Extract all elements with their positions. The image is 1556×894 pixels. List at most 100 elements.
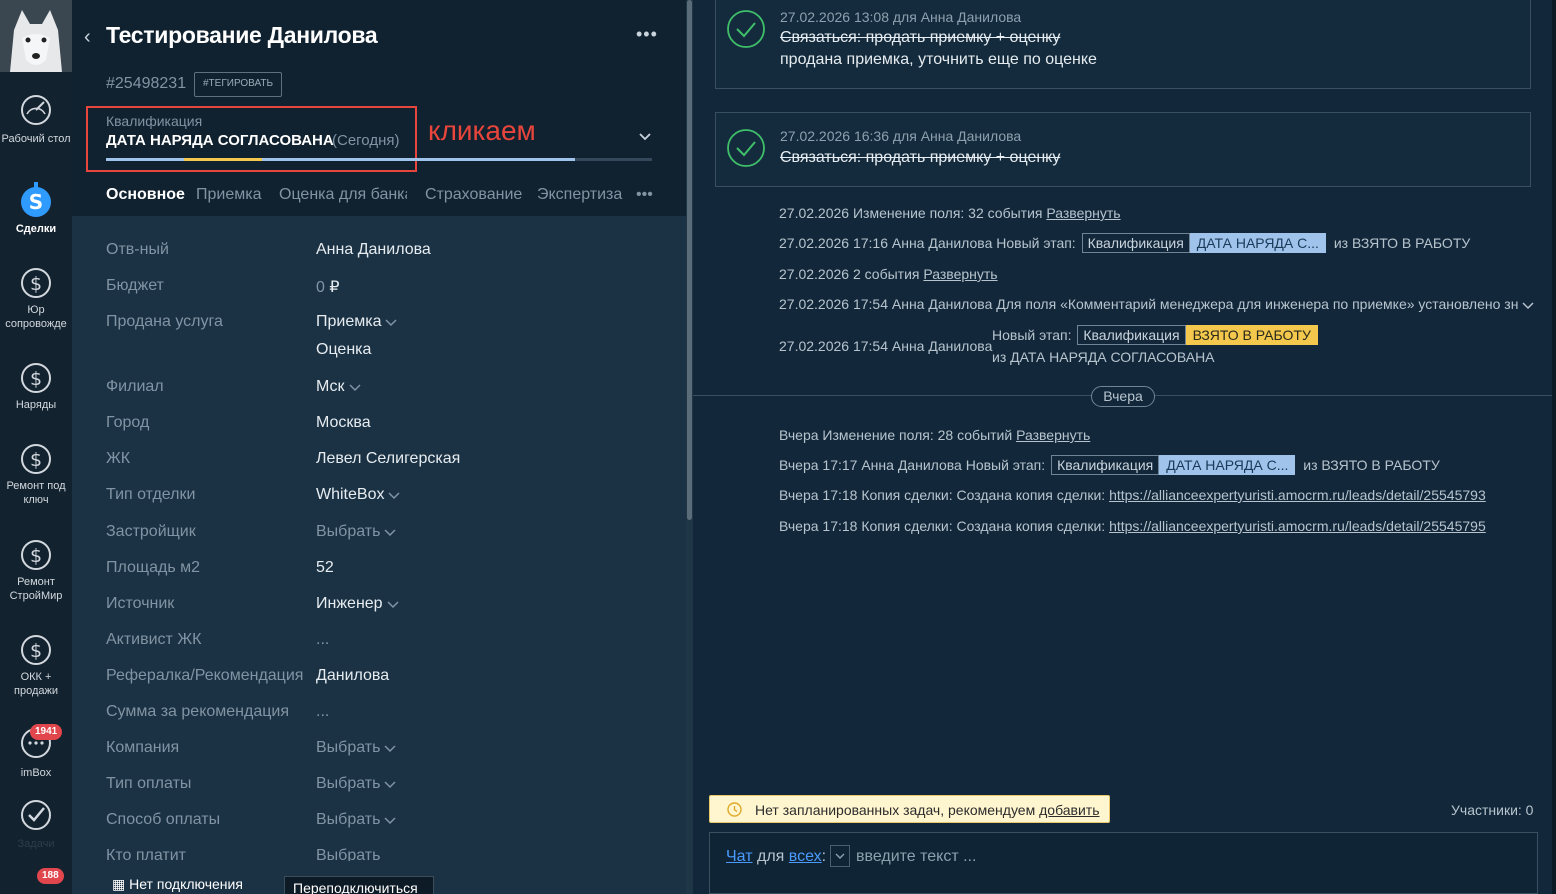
expand-link[interactable]: Развернуть [1046,205,1120,221]
lead-copy-link[interactable]: https://allianceexpertyuristi.amocrm.ru/… [1109,518,1486,534]
page-scrollbar[interactable] [1552,0,1556,894]
add-task-link[interactable]: добавить [1039,802,1099,818]
field-label: Тип оплаты [106,775,192,792]
nav-item-okk-sales[interactable]: $ ОКК + продажи [0,630,72,698]
deal-title[interactable]: Тестирование Данилова [106,22,378,49]
nav-item-dashboard[interactable]: Рабочий стол [0,92,72,146]
reconnect-button[interactable]: Переподключиться [284,876,434,894]
chevron-down-icon [387,601,399,608]
field-value-sold-service[interactable]: Приемка [316,313,398,331]
field-value-sold-service-2[interactable]: Оценка [316,341,371,359]
chat-message-input[interactable]: введите текст ... [856,848,976,866]
feed-event: 27.02.2026 Изменение поля: 32 события Ра… [779,205,1121,221]
chevron-down-icon [384,745,396,752]
chevron-down-icon[interactable] [638,130,652,144]
pipeline-segment [184,158,262,161]
currency-symbol: ₽ [329,279,340,296]
pipeline-pill: Квалификация [1081,233,1190,253]
svg-text:S: S [29,190,43,214]
tabs-more-icon[interactable]: ••• [636,186,653,204]
back-arrow-icon[interactable]: ‹ [84,27,100,47]
developer-value: Выбрать [316,523,381,540]
tab-insurance[interactable]: Страхование [425,186,522,204]
payment-method-value: Выбрать [316,811,381,828]
field-value-city[interactable]: Москва [316,414,371,432]
field-label: Филиал [106,378,164,395]
deals-dollar-icon: S [21,182,51,217]
field-value-payer[interactable]: Выбрать [316,847,380,861]
more-options-icon[interactable]: ••• [636,24,658,45]
task-title-done: Связаться: продать приемку + оценку [780,149,1061,166]
task-done-check-icon[interactable] [726,9,766,49]
field-label: Компания [106,739,180,756]
nav-item-orders[interactable]: $ Наряды [0,358,72,412]
chat-dropdown-button[interactable] [830,845,850,867]
nav-item-deals[interactable]: S Сделки [0,182,72,236]
nav-label: ОКК + продажи [14,671,58,697]
chat-mode-link[interactable]: Чат [726,848,753,865]
nav-label: Рабочий стол [1,133,71,145]
imbox-unread-badge: 1941 [30,724,63,740]
field-value-area[interactable]: 52 [316,559,334,577]
svg-text:$: $ [30,449,42,471]
user-avatar[interactable] [0,0,72,72]
field-value-complex[interactable]: Левел Селигерская [316,450,460,468]
company-value: Выбрать [316,739,381,756]
tab-acceptance[interactable]: Приемка [196,186,261,204]
field-value-branch[interactable]: Мск [316,378,361,396]
field-value-developer[interactable]: Выбрать [316,523,396,541]
task-done-check-icon[interactable] [726,128,766,168]
dashboard-gauge-icon [21,95,51,125]
field-value-company[interactable]: Выбрать [316,739,396,757]
nav-label: Задачи [17,838,55,850]
field-value-budget[interactable]: 0 ₽ [316,277,340,297]
task-result: продана приемка, уточнить еще по оценке [780,51,1097,68]
tab-main[interactable]: Основное [106,186,185,204]
field-value-source[interactable]: Инженер [316,595,399,613]
pipeline-pill: Квалификация [1051,455,1160,475]
nav-item-stroymir[interactable]: $ Ремонт СтройМир [0,535,72,603]
activity-feed: 27.02.2026 13:08 для Анна Данилова Связа… [693,0,1552,894]
field-label: Способ оплаты [106,811,221,828]
chevron-down-icon[interactable] [1522,300,1534,310]
stage-selector[interactable]: ДАТА НАРЯДА СОГЛАСОВАНА [106,132,334,149]
card-scrollbar-thumb[interactable] [687,0,692,520]
budget-amount: 0 [316,279,325,296]
field-value-payment-method[interactable]: Выбрать [316,811,396,829]
participants-count[interactable]: Участники: 0 [1451,802,1533,818]
field-value-referral[interactable]: Данилова [316,667,389,685]
lead-copy-link[interactable]: https://allianceexpertyuristi.amocrm.ru/… [1109,487,1486,503]
expand-link[interactable]: Развернуть [923,266,997,282]
nav-item-tasks[interactable]: Задачи [0,797,72,851]
field-label: Город [106,414,150,431]
tag-button[interactable]: #ТЕГИРОВАТЬ [194,72,283,97]
tab-expertise[interactable]: Экспертиза [537,186,622,204]
deal-id: #25498231 [106,75,187,92]
task-card[interactable]: 27.02.2026 13:08 для Анна Данилова Связа… [715,0,1531,89]
nav-label: imBox [20,767,52,779]
field-value-referral-amount[interactable]: ... [316,703,329,721]
task-meta: 27.02.2026 13:08 для Анна Данилова [780,9,1022,25]
field-value-finish-type[interactable]: WhiteBox [316,486,400,504]
field-value-payment-type[interactable]: Выбрать [316,775,396,793]
no-tasks-text: Нет запланированных задач, рекомендуем [755,802,1036,818]
nav-label: Ремонт под ключ [6,480,66,506]
field-label: Застройщик [106,523,196,540]
source-value: Инженер [316,595,383,612]
chat-target-link[interactable]: всех [789,848,822,865]
event-tail: из ДАТА НАРЯДА СОГЛАСОВАНА [992,349,1215,365]
field-value-activist[interactable]: ... [316,631,329,649]
chevron-down-icon [385,319,398,326]
nav-item-legal[interactable]: $ Юр сопровожде [0,263,72,331]
nav-label: Ремонт СтройМир [9,576,63,602]
task-card[interactable]: 27.02.2026 16:36 для Анна Данилова Связа… [715,112,1531,187]
nav-label: Наряды [15,399,57,411]
tab-bank-valuation[interactable]: Оценка для банка [279,186,407,204]
event-text: 27.02.2026 17:54 Анна Данилова Для поля … [779,296,1519,312]
task-meta: 27.02.2026 16:36 для Анна Данилова [780,128,1022,144]
left-navigation: Рабочий стол S Сделки $ Юр сопровожде $ … [0,0,72,894]
expand-link[interactable]: Развернуть [1016,427,1090,443]
chat-for-text: для [757,848,785,865]
field-value-responsible[interactable]: Анна Данилова [316,241,431,259]
nav-item-turnkey[interactable]: $ Ремонт под ключ [0,439,72,507]
